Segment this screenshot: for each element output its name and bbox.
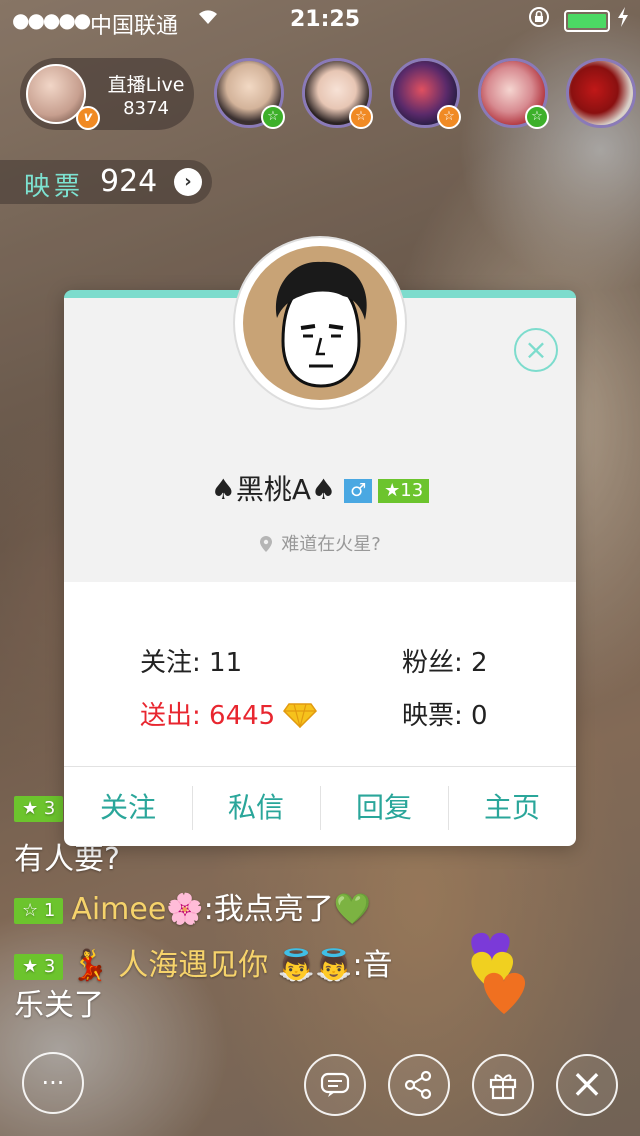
chat-username[interactable]: 💃 人海遇见你 👼👼 [71, 948, 352, 983]
ticket-label: 映票 [24, 172, 85, 202]
host-info-pill[interactable]: v 直播Live 8374 [20, 58, 194, 130]
level-badge: ★ 3 [14, 953, 64, 980]
sent-stat: 送出: 6445 [140, 695, 318, 732]
wifi-icon [196, 6, 220, 31]
ticket-value: 924 [100, 164, 158, 199]
orientation-lock-icon [528, 6, 550, 33]
viewer-count: 8374 [123, 98, 169, 119]
chat-message-text: 乐关了 [14, 988, 104, 1023]
ticket-stat: 映票: 0 [402, 701, 488, 731]
battery-icon [564, 10, 610, 32]
divider [64, 766, 576, 767]
share-icon [404, 1070, 432, 1100]
level-badge: ☆ 1 [14, 897, 64, 924]
profile-name: ♠黑桃A♠ [210, 473, 337, 506]
chat-username[interactable]: Aimee🌸 [71, 892, 203, 927]
viewer-avatar[interactable]: ☆ [478, 58, 549, 129]
star-badge-icon: ☆ [261, 105, 285, 129]
chat-message: ☆ 1 Aimee🌸:我点亮了💚 [14, 884, 371, 928]
close-stream-button[interactable]: × [556, 1054, 618, 1116]
signal-strength: ●●●●● [12, 8, 91, 32]
level-badge: ★ 3 [14, 795, 64, 822]
ticket-pill[interactable]: 映票 924 › [0, 160, 212, 204]
star-badge-icon: ☆ [437, 105, 461, 129]
comment-button[interactable] [304, 1054, 366, 1116]
gift-button[interactable] [472, 1054, 534, 1116]
level-badge: ★13 [378, 479, 430, 503]
charging-icon [616, 6, 630, 33]
comment-icon [320, 1072, 350, 1097]
avatar-illustration [276, 261, 367, 388]
clock: 21:25 [290, 7, 361, 32]
chevron-right-icon[interactable]: › [174, 168, 202, 196]
heart-icon [471, 932, 526, 1014]
chat-input-button[interactable]: ··· [22, 1052, 84, 1114]
viewer-avatar[interactable]: ☆ [302, 58, 373, 129]
private-message-button[interactable]: 私信 [192, 768, 320, 846]
status-bar: ●●●●● 中国联通 21:25 [0, 0, 640, 40]
gift-icon [489, 1074, 517, 1100]
star-badge-icon: ☆ [525, 105, 549, 129]
chat-text: :我点亮了💚 [203, 892, 372, 927]
profile-avatar[interactable] [233, 236, 407, 410]
homepage-button[interactable]: 主页 [448, 768, 576, 846]
location-pin-icon [260, 536, 273, 552]
verified-badge: v [76, 106, 100, 130]
viewer-avatar[interactable]: ☆ [390, 58, 461, 129]
carrier-name: 中国联通 [90, 14, 179, 39]
viewer-avatar[interactable]: ☆ [214, 58, 285, 129]
fans-stat[interactable]: 粉丝: 2 [402, 642, 488, 679]
profile-actions: 关注 私信 回复 主页 [64, 768, 576, 846]
share-button[interactable] [388, 1054, 450, 1116]
location: 难道在火星? [64, 530, 576, 556]
chat-message: ★ 3 💃 人海遇见你 👼👼:音 [14, 940, 393, 984]
reply-button[interactable]: 回复 [320, 768, 448, 846]
gender-badge: ♂ [344, 479, 373, 503]
viewer-avatar[interactable] [566, 58, 636, 128]
profile-name-row: ♠黑桃A♠ ♂ ★13 [64, 468, 576, 508]
star-badge-icon: ☆ [349, 105, 373, 129]
follow-button[interactable]: 关注 [64, 768, 192, 846]
chat-text: :音 [352, 948, 393, 983]
floating-hearts [460, 930, 540, 1020]
close-icon[interactable]: × [514, 328, 558, 372]
diamond-icon [283, 703, 318, 730]
chat-message: ★ 3 [14, 790, 71, 825]
host-title: 直播Live [107, 74, 185, 96]
follow-stat[interactable]: 关注: 11 [140, 642, 242, 679]
